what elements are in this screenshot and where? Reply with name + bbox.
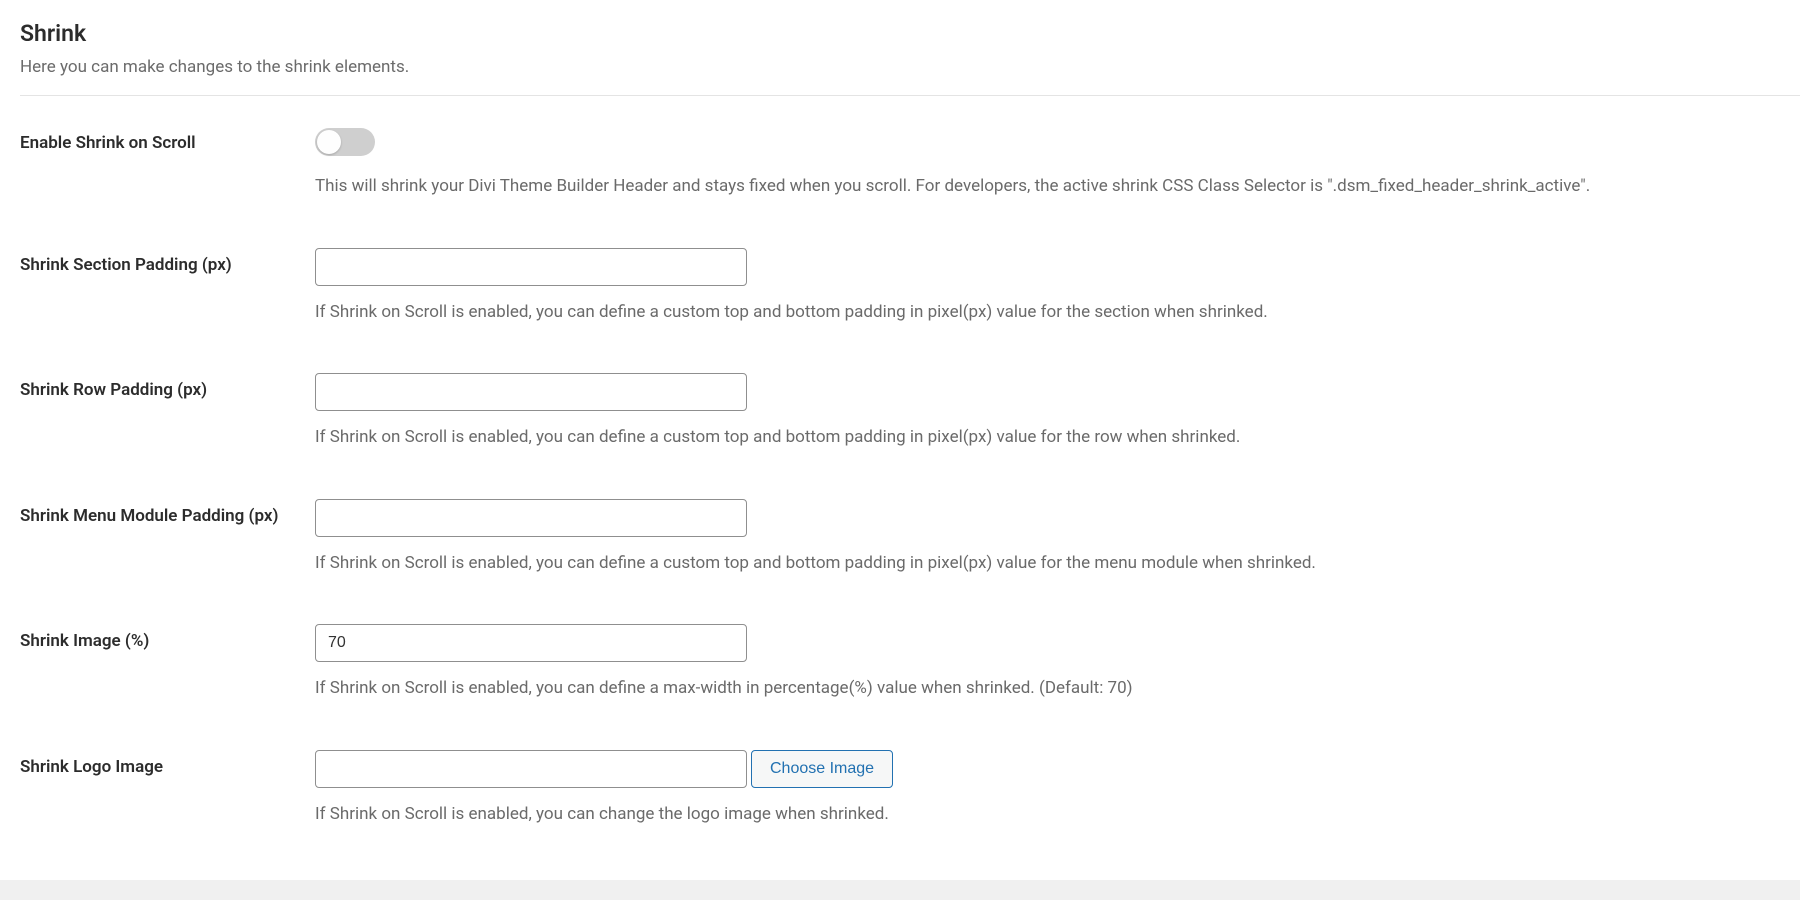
label-menu-padding: Shrink Menu Module Padding (px) — [20, 506, 278, 526]
help-enable-shrink: This will shrink your Divi Theme Builder… — [315, 174, 1800, 200]
input-section-padding[interactable] — [315, 248, 747, 286]
input-logo-image[interactable] — [315, 750, 747, 788]
label-section-padding: Shrink Section Padding (px) — [20, 255, 232, 275]
help-menu-padding: If Shrink on Scroll is enabled, you can … — [315, 551, 1800, 577]
row-row-padding: Shrink Row Padding (px) If Shrink on Scr… — [20, 373, 1800, 451]
help-image-percent: If Shrink on Scroll is enabled, you can … — [315, 676, 1800, 702]
input-row-padding[interactable] — [315, 373, 747, 411]
row-section-padding: Shrink Section Padding (px) If Shrink on… — [20, 248, 1800, 326]
section-description: Here you can make changes to the shrink … — [20, 57, 1800, 77]
section-title: Shrink — [20, 20, 1800, 47]
label-image-percent: Shrink Image (%) — [20, 631, 149, 651]
row-image-percent: Shrink Image (%) If Shrink on Scroll is … — [20, 624, 1800, 702]
label-logo-image: Shrink Logo Image — [20, 757, 163, 777]
input-menu-padding[interactable] — [315, 499, 747, 537]
input-image-percent[interactable] — [315, 624, 747, 662]
help-row-padding: If Shrink on Scroll is enabled, you can … — [315, 425, 1800, 451]
row-enable-shrink: Enable Shrink on Scroll This will shrink… — [20, 126, 1800, 200]
toggle-enable-shrink[interactable] — [315, 128, 375, 156]
section-header: Shrink Here you can make changes to the … — [20, 20, 1800, 96]
row-logo-image: Shrink Logo Image Choose Image If Shrink… — [20, 750, 1800, 828]
toggle-knob — [317, 130, 341, 154]
row-menu-padding: Shrink Menu Module Padding (px) If Shrin… — [20, 499, 1800, 577]
help-logo-image: If Shrink on Scroll is enabled, you can … — [315, 802, 1800, 828]
choose-image-button[interactable]: Choose Image — [751, 750, 893, 788]
footer-strip — [0, 880, 1800, 900]
help-section-padding: If Shrink on Scroll is enabled, you can … — [315, 300, 1800, 326]
label-enable-shrink: Enable Shrink on Scroll — [20, 133, 196, 153]
label-row-padding: Shrink Row Padding (px) — [20, 380, 207, 400]
